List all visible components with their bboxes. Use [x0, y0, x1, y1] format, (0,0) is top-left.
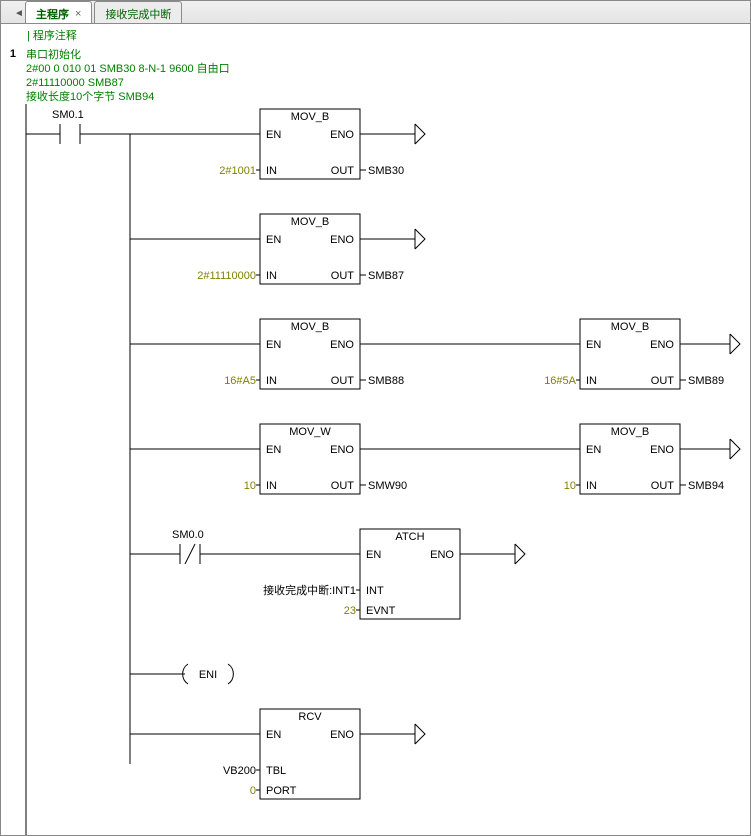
svg-text:ENO: ENO — [330, 339, 354, 351]
title-line: 串口初始化 — [26, 48, 750, 62]
svg-text:EVNT: EVNT — [366, 605, 396, 617]
contact-label: SM0.1 — [52, 109, 84, 121]
svg-text:IN: IN — [586, 375, 597, 387]
svg-text:INT: INT — [366, 585, 384, 597]
svg-text:ENO: ENO — [430, 549, 454, 561]
comment-label: 程序注释 — [33, 30, 77, 42]
svg-text:EN: EN — [366, 549, 381, 561]
svg-text:OUT: OUT — [331, 375, 355, 387]
svg-text:SMB94: SMB94 — [688, 480, 724, 492]
tab-interrupt[interactable]: 接收完成中断 — [94, 1, 182, 23]
svg-text:16#5A: 16#5A — [544, 375, 576, 387]
svg-text:10: 10 — [564, 480, 576, 492]
title-line: 接收长度10个字节 SMB94 — [26, 90, 750, 104]
svg-text:2#1001: 2#1001 — [219, 165, 256, 177]
block-rcv: RCV EN ENO TBL PORT VB200 0 — [130, 709, 425, 799]
svg-text:16#A5: 16#A5 — [224, 375, 256, 387]
svg-text:ENO: ENO — [650, 339, 674, 351]
svg-text:MOV_B: MOV_B — [291, 216, 330, 228]
svg-text:SMW90: SMW90 — [368, 480, 407, 492]
svg-text:SMB88: SMB88 — [368, 375, 404, 387]
block-mov-w-4: MOV_W EN ENO IN OUT 10 SMW90 MOV_B EN EN… — [130, 424, 740, 494]
svg-text:OUT: OUT — [331, 165, 355, 177]
svg-text:SM0.0: SM0.0 — [172, 529, 204, 541]
svg-text:EN: EN — [266, 339, 281, 351]
editor-window: ◄ 主程序 × 接收完成中断 | 程序注释 1 串口初始化 2#00 0 010… — [0, 0, 751, 836]
svg-text:2#11110000: 2#11110000 — [197, 270, 256, 282]
title-line: 2#00 0 010 01 SMB30 8-N-1 9600 自由口 — [26, 62, 750, 76]
svg-text:IN: IN — [266, 165, 277, 177]
tab-main-program[interactable]: 主程序 × — [25, 1, 92, 23]
svg-text:ENO: ENO — [650, 444, 674, 456]
svg-text:OUT: OUT — [331, 270, 355, 282]
block-mov-b-3: MOV_B EN ENO IN OUT 16#A5 SMB88 MOV_B EN… — [130, 319, 740, 389]
svg-text:IN: IN — [266, 480, 277, 492]
svg-text:EN: EN — [586, 444, 601, 456]
network-title: 串口初始化 2#00 0 010 01 SMB30 8-N-1 9600 自由口… — [20, 46, 750, 104]
svg-text:PORT: PORT — [266, 785, 297, 797]
tab-label: 主程序 — [36, 6, 69, 22]
svg-text:MOV_B: MOV_B — [611, 321, 650, 333]
svg-text:ENO: ENO — [330, 234, 354, 246]
svg-text:MOV_W: MOV_W — [289, 426, 331, 438]
svg-text:RCV: RCV — [298, 711, 322, 723]
svg-text:接收完成中断:INT1: 接收完成中断:INT1 — [263, 583, 356, 597]
tab-label: 接收完成中断 — [105, 6, 171, 22]
svg-text:ENO: ENO — [330, 444, 354, 456]
svg-text:SMB89: SMB89 — [688, 375, 724, 387]
svg-text:SMB30: SMB30 — [368, 165, 404, 177]
svg-text:OUT: OUT — [651, 375, 675, 387]
svg-text:EN: EN — [266, 129, 281, 141]
close-icon[interactable]: × — [75, 8, 81, 20]
tab-nav-left-icon[interactable]: ◄ — [13, 3, 25, 23]
svg-text:MOV_B: MOV_B — [291, 111, 330, 123]
svg-text:MOV_B: MOV_B — [291, 321, 330, 333]
network-1: 1 串口初始化 2#00 0 010 01 SMB30 8-N-1 9600 自… — [1, 46, 750, 836]
network-number: 1 — [1, 46, 20, 836]
svg-text:23: 23 — [344, 605, 356, 617]
block-mov-b-2: MOV_B EN ENO IN OUT 2#11110000 SMB87 — [130, 214, 425, 284]
svg-text:ENO: ENO — [330, 129, 354, 141]
svg-text:EN: EN — [266, 444, 281, 456]
svg-text:ENO: ENO — [330, 729, 354, 741]
svg-text:10: 10 — [244, 480, 256, 492]
program-comment: | 程序注释 — [1, 24, 750, 46]
svg-text:EN: EN — [266, 234, 281, 246]
svg-text:IN: IN — [266, 270, 277, 282]
svg-text:0: 0 — [250, 785, 256, 797]
title-line: 2#11110000 SMB87 — [26, 76, 750, 90]
svg-text:MOV_B: MOV_B — [611, 426, 650, 438]
svg-text:OUT: OUT — [651, 480, 675, 492]
svg-text:VB200: VB200 — [223, 765, 256, 777]
tab-bar: ◄ 主程序 × 接收完成中断 — [1, 1, 750, 24]
ladder-diagram: SM0.1 MOV_B EN ENO IN OUT 2#1001 SMB30 — [20, 104, 750, 836]
svg-text:ATCH: ATCH — [395, 531, 424, 543]
block-mov-b-1: MOV_B EN ENO IN OUT 2#1001 SMB30 — [130, 109, 425, 179]
svg-text:TBL: TBL — [266, 765, 286, 777]
svg-text:EN: EN — [586, 339, 601, 351]
svg-text:EN: EN — [266, 729, 281, 741]
svg-text:IN: IN — [266, 375, 277, 387]
coil-eni: ENI — [130, 664, 233, 684]
svg-text:ENI: ENI — [199, 669, 217, 681]
svg-text:IN: IN — [586, 480, 597, 492]
svg-text:OUT: OUT — [331, 480, 355, 492]
svg-text:SMB87: SMB87 — [368, 270, 404, 282]
block-atch: SM0.0 ATCH EN ENO INT EVNT 接收完成中断:INT1 2… — [130, 529, 525, 619]
